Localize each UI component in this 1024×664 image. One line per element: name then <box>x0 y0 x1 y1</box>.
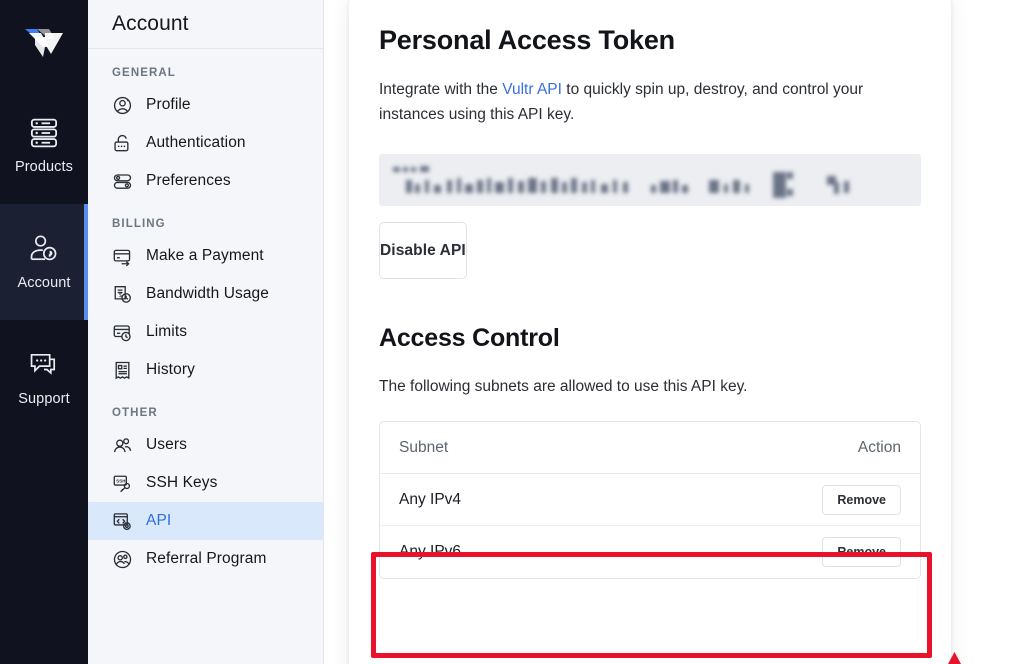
account-user-icon <box>27 233 61 265</box>
remove-button-ipv6[interactable]: Remove <box>822 537 901 567</box>
group-label-other: OTHER <box>88 389 323 426</box>
sidebar-label-preferences: Preferences <box>146 172 231 190</box>
sidebar-item-profile[interactable]: Profile <box>88 86 323 124</box>
table-row: Any IPv4 Remove <box>380 474 920 526</box>
sidebar-item-authentication[interactable]: Authentication <box>88 124 323 162</box>
group-label-billing: BILLING <box>88 200 323 237</box>
toggle-sliders-icon <box>112 171 133 192</box>
main-content: Personal Access Token Integrate with the… <box>324 0 1024 664</box>
secondary-sidebar: Account GENERAL Profile Authentication <box>88 0 324 664</box>
primary-sidebar: Products Account Support <box>0 0 88 664</box>
server-stack-icon <box>27 117 61 149</box>
sidebar-label-make-a-payment: Make a Payment <box>146 247 264 265</box>
sidebar-item-api[interactable]: API <box>88 502 323 540</box>
access-control-title: Access Control <box>379 324 921 353</box>
sidebar-label-api: API <box>146 512 171 530</box>
subnav-title: Account <box>112 12 189 36</box>
vultr-logo-icon <box>23 27 65 61</box>
vultr-account-api-page: Products Account Support <box>0 0 1024 664</box>
column-header-action: Action <box>858 439 901 457</box>
sidebar-label-ssh-keys: SSH Keys <box>146 474 217 492</box>
api-key-blur-overlay <box>379 154 921 206</box>
api-settings-card: Personal Access Token Integrate with the… <box>349 0 951 664</box>
column-header-subnet: Subnet <box>399 439 448 457</box>
page-title: Personal Access Token <box>379 25 921 56</box>
vultr-api-link[interactable]: Vultr API <box>502 81 562 98</box>
vultr-logo[interactable] <box>0 0 88 88</box>
api-key-masked-field[interactable] <box>379 154 921 206</box>
sidebar-item-bandwidth-usage[interactable]: $ Bandwidth Usage <box>88 275 323 313</box>
chat-bubbles-icon <box>27 349 61 381</box>
rail-item-products[interactable]: Products <box>0 88 88 204</box>
receipt-icon <box>112 360 133 381</box>
ssh-key-icon: SSH <box>112 473 133 494</box>
rail-label-account: Account <box>17 275 70 291</box>
disable-api-button[interactable]: Disable API <box>379 222 467 279</box>
sidebar-label-referral-program: Referral Program <box>146 550 266 568</box>
sidebar-item-referral-program[interactable]: Referral Program <box>88 540 323 578</box>
subnet-table: Subnet Action Any IPv4 Remove Any IPv6 R… <box>379 421 921 579</box>
remove-button-ipv4[interactable]: Remove <box>822 485 901 515</box>
rail-label-support: Support <box>18 391 70 407</box>
sidebar-label-authentication: Authentication <box>146 134 246 152</box>
sidebar-item-ssh-keys[interactable]: SSH SSH Keys <box>88 464 323 502</box>
sidebar-item-preferences[interactable]: Preferences <box>88 162 323 200</box>
sidebar-label-users: Users <box>146 436 187 454</box>
table-row: Any IPv6 Remove <box>380 526 920 578</box>
description-text-before: Integrate with the <box>379 81 502 98</box>
cell-subnet-ipv6: Any IPv6 <box>399 543 461 561</box>
subnav-header: Account <box>88 0 323 49</box>
rail-item-support[interactable]: Support <box>0 320 88 436</box>
token-description: Integrate with the Vultr API to quickly … <box>379 77 899 127</box>
sidebar-label-history: History <box>146 361 195 379</box>
credit-card-clock-icon <box>112 322 133 343</box>
users-group-icon <box>112 435 133 456</box>
svg-text:SSH: SSH <box>116 478 125 483</box>
code-window-gear-icon <box>112 511 133 532</box>
rail-item-account[interactable]: Account <box>0 204 88 320</box>
sidebar-item-history[interactable]: History <box>88 351 323 389</box>
sidebar-item-limits[interactable]: Limits <box>88 313 323 351</box>
invoice-dollar-clock-icon: $ <box>112 284 133 305</box>
credit-card-arrow-icon <box>112 246 133 267</box>
sidebar-label-limits: Limits <box>146 323 187 341</box>
group-label-general: GENERAL <box>88 49 323 86</box>
cell-subnet-ipv4: Any IPv4 <box>399 491 461 509</box>
rail-label-products: Products <box>15 159 73 175</box>
access-control-description: The following subnets are allowed to use… <box>379 374 899 399</box>
sidebar-item-make-a-payment[interactable]: Make a Payment <box>88 237 323 275</box>
sidebar-label-bandwidth-usage: Bandwidth Usage <box>146 285 269 303</box>
sidebar-label-profile: Profile <box>146 96 191 114</box>
table-header-row: Subnet Action <box>380 422 920 474</box>
unlocked-padlock-icon <box>112 133 133 154</box>
referral-people-icon <box>112 549 133 570</box>
sidebar-item-users[interactable]: Users <box>88 426 323 464</box>
user-circle-icon <box>112 95 133 116</box>
